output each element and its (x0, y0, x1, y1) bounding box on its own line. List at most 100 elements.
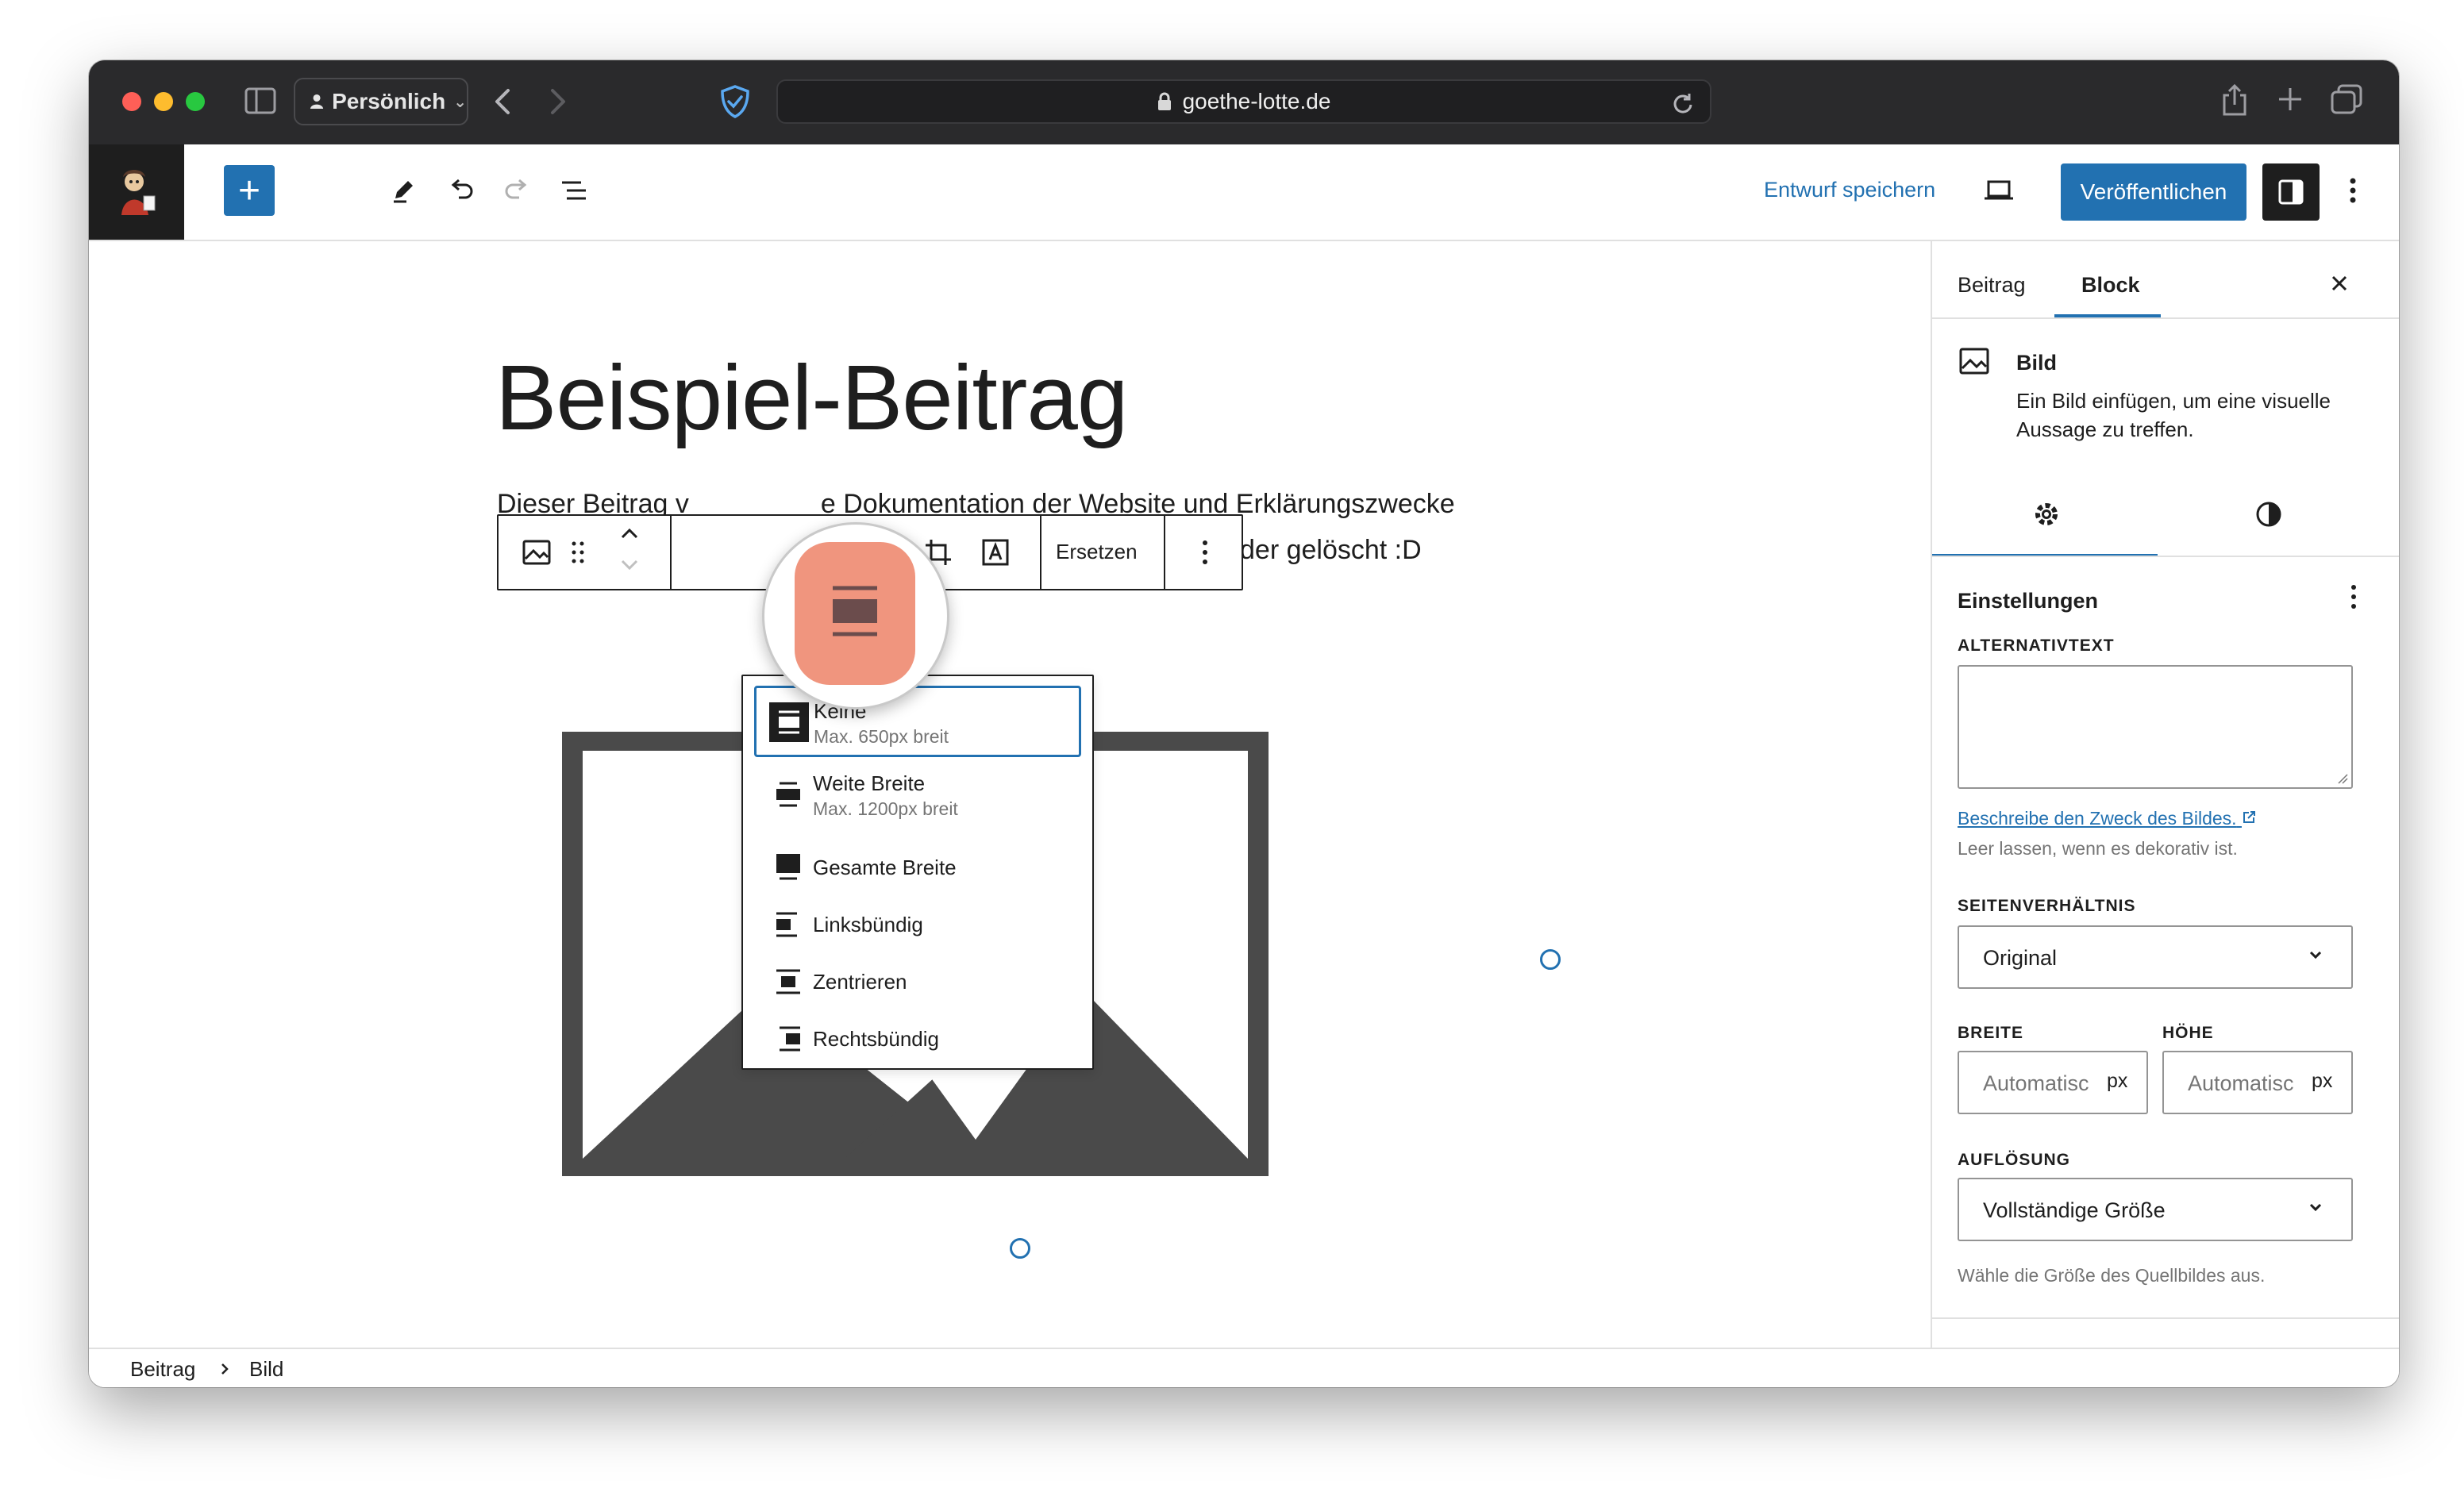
back-icon[interactable] (492, 86, 513, 121)
new-tab-icon[interactable] (2277, 86, 2304, 117)
chevron-down-icon (2309, 1203, 2322, 1212)
align-right-icon (780, 1026, 800, 1052)
chevron-down-icon (2309, 951, 2322, 959)
aspect-ratio-select[interactable]: Original (1958, 925, 2353, 989)
more-vertical-icon (2351, 585, 2356, 609)
align-option-label: Gesamte Breite (813, 856, 957, 879)
alt-text-input[interactable] (1958, 665, 2353, 789)
paragraph-text-end: der gelöscht :D (1240, 535, 1422, 565)
align-option-wide[interactable]: Weite Breite Max. 1200px breit (754, 762, 1081, 833)
person-icon (310, 94, 324, 110)
align-option-full[interactable]: Gesamte Breite (754, 843, 1081, 892)
contrast-icon (2256, 502, 2281, 527)
redo-button[interactable] (494, 167, 541, 214)
align-option-label: Zentrieren (813, 970, 907, 994)
chevron-down-icon: ⌄ (453, 93, 467, 111)
close-sidebar-button[interactable] (2327, 271, 2351, 299)
align-full-icon (776, 854, 800, 880)
width-unit[interactable]: px (2107, 1070, 2127, 1093)
resolution-help: Wähle die Größe des Quellbildes aus. (1958, 1265, 2266, 1286)
add-block-button[interactable]: + (224, 165, 275, 216)
undo-icon (451, 179, 473, 199)
align-left-icon (776, 912, 797, 937)
align-none-icon (833, 586, 877, 636)
resolution-label: AUFLÖSUNG (1958, 1151, 2070, 1169)
preview-button[interactable] (1975, 167, 2023, 214)
height-input[interactable]: Automatisch px (2162, 1051, 2353, 1114)
document-overview-button[interactable] (551, 167, 599, 214)
profile-label: Persönlich (332, 89, 446, 113)
chevron-up-icon (621, 528, 638, 539)
move-down-button[interactable] (619, 557, 640, 577)
align-wide-icon (776, 782, 800, 807)
zoom-window-button[interactable] (186, 92, 205, 111)
publish-button[interactable]: Veröffentlichen (2061, 163, 2246, 221)
resize-grip-icon[interactable] (2337, 773, 2348, 784)
resolution-select[interactable]: Vollständige Größe (1958, 1178, 2353, 1241)
replace-button[interactable]: Ersetzen (1056, 540, 1138, 564)
list-view-icon (562, 181, 586, 200)
options-button[interactable] (2329, 167, 2377, 214)
settings-options-button[interactable] (2350, 584, 2358, 613)
external-link-icon (2243, 811, 2255, 823)
align-button[interactable] (795, 542, 915, 685)
settings-toggle-button[interactable] (2262, 163, 2320, 221)
width-placeholder: Automatisch (1983, 1071, 2089, 1095)
divider (1932, 317, 2399, 319)
resize-handle-right[interactable] (1540, 949, 1561, 970)
minimize-window-button[interactable] (154, 92, 173, 111)
block-description-line1: Ein Bild einfügen, um eine visuelle (2016, 389, 2331, 413)
forward-icon[interactable] (548, 86, 568, 121)
alt-text-help-link-text: Beschreibe den Zweck des Bildes. (1958, 808, 2237, 829)
tools-pencil-button[interactable] (379, 167, 427, 214)
share-icon[interactable] (2221, 83, 2248, 121)
align-option-label: Linksbündig (813, 913, 923, 936)
text-overlay-icon (982, 539, 1009, 566)
tab-block[interactable]: Block (2081, 273, 2140, 298)
tab-overview-icon[interactable] (2331, 84, 2362, 118)
settings-panel-title[interactable]: Einstellungen (1958, 589, 2098, 613)
url-text: goethe-lotte.de (1182, 89, 1331, 113)
align-option-none[interactable]: Keine Max. 650px breit (754, 686, 1081, 757)
height-unit[interactable]: px (2312, 1070, 2332, 1093)
alt-text-help-link[interactable]: Beschreibe den Zweck des Bildes. (1958, 808, 2256, 829)
resize-handle-bottom[interactable] (1010, 1238, 1030, 1259)
alt-text-help: Leer lassen, wenn es dekorativ ist. (1958, 838, 2238, 859)
site-logo[interactable] (89, 144, 184, 240)
resolution-value: Vollständige Größe (1983, 1198, 2166, 1222)
move-up-button[interactable] (619, 525, 640, 545)
align-option-center[interactable]: Zentrieren (754, 957, 1081, 1006)
alt-text-label: ALTERNATIVTEXT (1958, 636, 2115, 655)
settings-tab[interactable] (2032, 500, 2061, 533)
breadcrumb-current[interactable]: Bild (249, 1357, 283, 1382)
close-icon (2331, 275, 2347, 291)
gear-icon (2035, 503, 2058, 525)
sidebar-panel-icon (2278, 179, 2304, 205)
lock-icon (1157, 92, 1171, 110)
profile-chip[interactable]: Persönlich ⌄ (294, 78, 468, 125)
styles-tab[interactable] (2254, 500, 2283, 533)
sidebar-icon[interactable] (244, 87, 276, 118)
undo-button[interactable] (437, 167, 484, 214)
post-title[interactable]: Beispiel-Beitrag (495, 344, 1128, 451)
privacy-shield-icon[interactable] (719, 84, 751, 123)
aspect-ratio-value: Original (1983, 946, 2058, 970)
align-option-right[interactable]: Rechtsbündig (754, 1014, 1081, 1063)
block-type-button[interactable] (513, 529, 560, 576)
address-bar[interactable]: goethe-lotte.de (776, 79, 1711, 124)
toolbar-separator (1164, 516, 1165, 589)
reload-icon[interactable] (1672, 92, 1694, 114)
more-vertical-icon (2350, 178, 2356, 203)
align-option-left[interactable]: Linksbündig (754, 900, 1081, 949)
width-input[interactable]: Automatisch px (1958, 1051, 2148, 1114)
align-option-label: Rechtsbündig (813, 1027, 939, 1051)
block-options-button[interactable] (1181, 529, 1229, 576)
close-window-button[interactable] (122, 92, 141, 111)
more-vertical-icon (1203, 540, 1207, 564)
drag-handle[interactable] (562, 529, 594, 576)
editor-canvas: Beispiel-Beitrag Dieser Beitrag ve Dokum… (89, 241, 1931, 1348)
save-draft-button[interactable]: Entwurf speichern (1764, 178, 1935, 202)
breadcrumb-root[interactable]: Beitrag (130, 1357, 195, 1382)
tab-post[interactable]: Beitrag (1958, 273, 2026, 298)
text-overlay-button[interactable] (972, 529, 1019, 576)
